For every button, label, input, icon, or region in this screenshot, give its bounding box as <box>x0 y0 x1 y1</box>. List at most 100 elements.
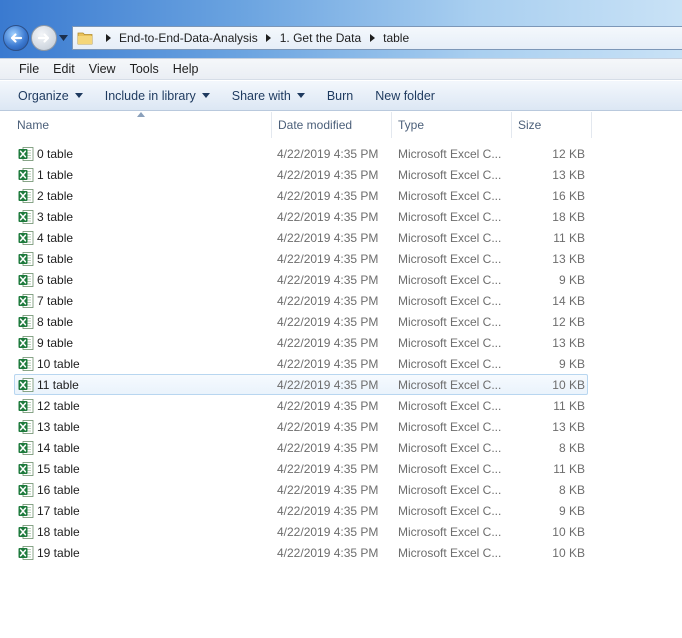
file-date-modified: 4/22/2019 4:35 PM <box>277 482 379 497</box>
include-in-library-button[interactable]: Include in library <box>97 89 218 103</box>
file-row[interactable]: 3 table 4/22/2019 4:35 PM Microsoft Excel … <box>14 206 588 227</box>
include-in-library-label: Include in library <box>104 88 196 103</box>
file-row[interactable]: 14 table 4/22/2019 4:35 PM Microsoft Excel… <box>14 437 588 458</box>
file-row[interactable]: 5 table 4/22/2019 4:35 PM Microsoft Excel … <box>14 248 588 269</box>
file-type: Microsoft Excel C... <box>398 230 502 245</box>
chevron-down-icon <box>58 35 68 41</box>
breadcrumb-item[interactable]: End-to-End-Data-Analysis <box>119 31 258 45</box>
file-size: 12 KB <box>552 314 585 329</box>
forward-button[interactable] <box>31 25 57 51</box>
file-row[interactable]: 16 table 4/22/2019 4:35 PM Microsoft Excel… <box>14 479 588 500</box>
breadcrumb-item[interactable]: table <box>383 31 409 45</box>
excel-csv-icon <box>18 144 36 163</box>
breadcrumb-separator-icon[interactable] <box>103 33 113 43</box>
file-size: 9 KB <box>558 272 585 287</box>
file-size: 9 KB <box>558 356 585 371</box>
file-name: 17 table <box>37 503 80 518</box>
excel-csv-icon <box>18 312 36 331</box>
breadcrumb-separator-icon[interactable] <box>264 33 274 43</box>
menu-help[interactable]: Help <box>166 62 206 76</box>
file-date-modified: 4/22/2019 4:35 PM <box>277 377 379 392</box>
file-type: Microsoft Excel C... <box>398 272 502 287</box>
excel-csv-icon <box>18 354 36 373</box>
organize-button[interactable]: Organize <box>10 89 91 103</box>
column-header-type[interactable]: Type <box>392 112 512 138</box>
file-date-modified: 4/22/2019 4:35 PM <box>277 503 379 518</box>
file-size: 14 KB <box>552 293 585 308</box>
file-size: 18 KB <box>552 209 585 224</box>
file-row[interactable]: 1 table 4/22/2019 4:35 PM Microsoft Excel … <box>14 164 588 185</box>
excel-csv-icon <box>18 333 36 352</box>
column-header-date-label: Date modified <box>278 118 353 132</box>
share-with-button[interactable]: Share with <box>224 89 313 103</box>
back-arrow-icon <box>10 33 23 43</box>
file-name: 5 table <box>37 251 74 266</box>
excel-csv-icon <box>18 522 36 541</box>
file-name: 16 table <box>37 482 80 497</box>
excel-csv-icon <box>18 186 36 205</box>
file-date-modified: 4/22/2019 4:35 PM <box>277 167 379 182</box>
excel-csv-icon <box>18 501 36 520</box>
file-date-modified: 4/22/2019 4:35 PM <box>277 524 379 539</box>
file-row[interactable]: 2 table 4/22/2019 4:35 PM Microsoft Excel … <box>14 185 588 206</box>
file-date-modified: 4/22/2019 4:35 PM <box>277 293 379 308</box>
file-size: 13 KB <box>552 167 585 182</box>
forward-arrow-icon <box>37 33 50 43</box>
file-size: 10 KB <box>552 545 585 560</box>
column-header-size[interactable]: Size <box>512 112 592 138</box>
file-size: 9 KB <box>558 503 585 518</box>
breadcrumb-separator-icon[interactable] <box>367 33 377 43</box>
file-type: Microsoft Excel C... <box>398 356 502 371</box>
file-row[interactable]: 19 table 4/22/2019 4:35 PM Microsoft Excel… <box>14 542 588 563</box>
file-row[interactable]: 17 table 4/22/2019 4:35 PM Microsoft Excel… <box>14 500 588 521</box>
file-row[interactable]: 8 table 4/22/2019 4:35 PM Microsoft Excel … <box>14 311 588 332</box>
file-name: 2 table <box>37 188 74 203</box>
file-type: Microsoft Excel C... <box>398 314 502 329</box>
file-row[interactable]: 18 table 4/22/2019 4:35 PM Microsoft Excel… <box>14 521 588 542</box>
excel-csv-icon <box>18 165 36 184</box>
file-row[interactable]: 4 table 4/22/2019 4:35 PM Microsoft Excel … <box>14 227 588 248</box>
file-date-modified: 4/22/2019 4:35 PM <box>277 272 379 287</box>
menu-edit[interactable]: Edit <box>46 62 82 76</box>
file-row[interactable]: 15 table 4/22/2019 4:35 PM Microsoft Excel… <box>14 458 588 479</box>
file-size: 8 KB <box>558 482 585 497</box>
file-row[interactable]: 7 table 4/22/2019 4:35 PM Microsoft Excel … <box>14 290 588 311</box>
recent-pages-button[interactable] <box>58 33 68 43</box>
file-date-modified: 4/22/2019 4:35 PM <box>277 545 379 560</box>
file-name: 14 table <box>37 440 80 455</box>
file-type: Microsoft Excel C... <box>398 545 502 560</box>
file-row[interactable]: 9 table 4/22/2019 4:35 PM Microsoft Excel … <box>14 332 588 353</box>
chevron-down-icon <box>296 93 305 98</box>
chevron-down-icon <box>74 93 83 98</box>
menu-view[interactable]: View <box>82 62 123 76</box>
breadcrumb-item[interactable]: 1. Get the Data <box>280 31 361 45</box>
file-name: 12 table <box>37 398 80 413</box>
excel-csv-icon <box>18 249 36 268</box>
file-type: Microsoft Excel C... <box>398 461 502 476</box>
file-size: 13 KB <box>552 335 585 350</box>
file-row[interactable]: 6 table 4/22/2019 4:35 PM Microsoft Excel … <box>14 269 588 290</box>
column-header-date-modified[interactable]: Date modified <box>272 112 392 138</box>
file-date-modified: 4/22/2019 4:35 PM <box>277 356 379 371</box>
file-row[interactable]: 11 table 4/22/2019 4:35 PM Microsoft Excel… <box>14 374 588 395</box>
file-row[interactable]: 0 table 4/22/2019 4:35 PM Microsoft Excel … <box>14 143 588 164</box>
file-row[interactable]: 13 table 4/22/2019 4:35 PM Microsoft Excel… <box>14 416 588 437</box>
menu-bar: File Edit View Tools Help <box>0 58 682 80</box>
file-row[interactable]: 12 table 4/22/2019 4:35 PM Microsoft Excel… <box>14 395 588 416</box>
file-date-modified: 4/22/2019 4:35 PM <box>277 440 379 455</box>
back-button[interactable] <box>3 25 29 51</box>
file-type: Microsoft Excel C... <box>398 188 502 203</box>
file-row[interactable]: 10 table 4/22/2019 4:35 PM Microsoft Excel… <box>14 353 588 374</box>
file-date-modified: 4/22/2019 4:35 PM <box>277 398 379 413</box>
file-type: Microsoft Excel C... <box>398 377 502 392</box>
file-name: 4 table <box>37 230 74 245</box>
organize-label: Organize <box>18 88 69 103</box>
menu-file[interactable]: File <box>12 62 46 76</box>
burn-button[interactable]: Burn <box>319 89 361 103</box>
file-size: 10 KB <box>552 377 585 392</box>
address-bar[interactable]: End-to-End-Data-Analysis 1. Get the Data… <box>72 26 682 50</box>
share-with-label: Share with <box>231 88 291 103</box>
menu-tools[interactable]: Tools <box>123 62 166 76</box>
new-folder-button[interactable]: New folder <box>367 89 443 103</box>
column-header-name[interactable]: Name <box>11 112 272 138</box>
